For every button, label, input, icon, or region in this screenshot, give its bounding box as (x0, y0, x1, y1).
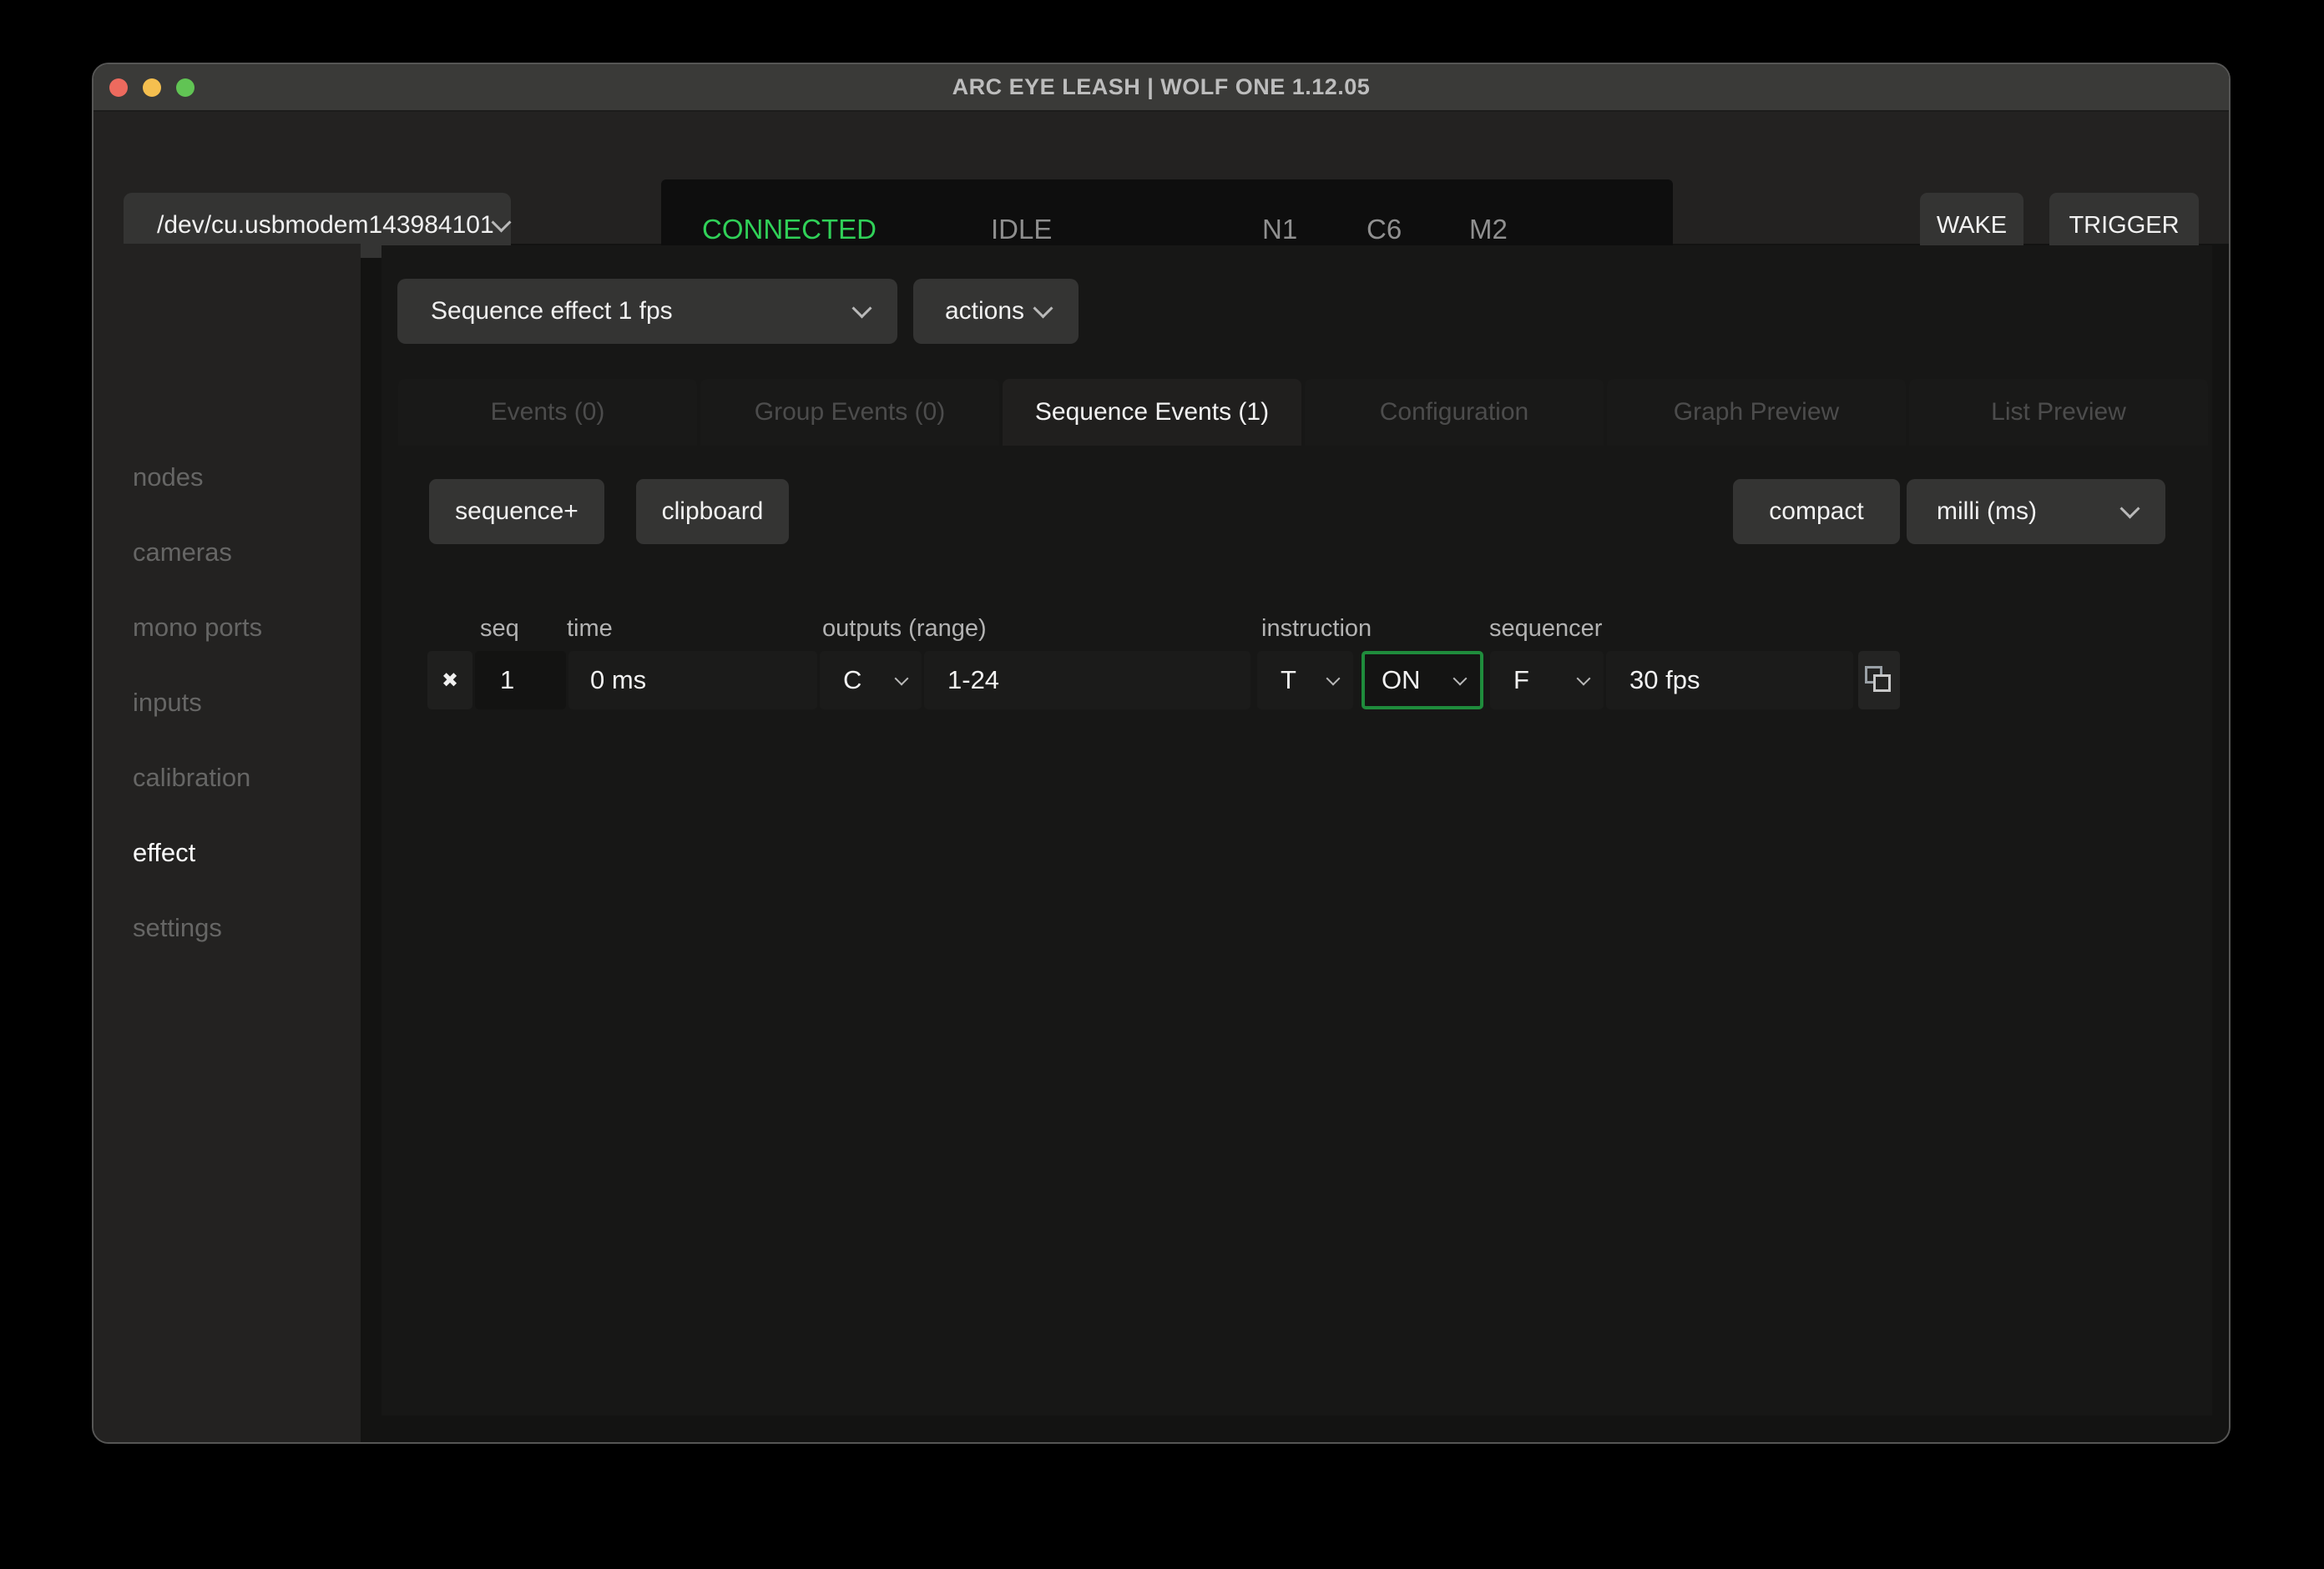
tab-group-events[interactable]: Group Events (0) (700, 379, 999, 446)
chevron-down-icon (1453, 671, 1468, 685)
row-sequencer-rate-input[interactable]: 30 fps (1606, 651, 1853, 709)
row-seq-number: 1 (475, 651, 566, 709)
actions-select-value: actions (913, 297, 1036, 325)
sidebar-item-calibration[interactable]: calibration (93, 740, 361, 815)
header-seq: seq (480, 615, 519, 643)
chevron-down-icon (895, 671, 909, 685)
duplicate-icon (1865, 666, 1893, 694)
row-delete-button[interactable]: ✖ (427, 651, 472, 709)
tab-list-preview[interactable]: List Preview (1909, 379, 2208, 446)
sidebar-item-settings[interactable]: settings (93, 890, 361, 966)
effect-tabs: Events (0) Group Events (0) Sequence Eve… (398, 379, 2211, 446)
tab-graph-preview[interactable]: Graph Preview (1607, 379, 1906, 446)
row-instruction-type-select[interactable]: T (1257, 651, 1353, 709)
header-time: time (567, 615, 613, 643)
chevron-down-icon (491, 212, 511, 232)
compact-button[interactable]: compact (1733, 479, 1900, 544)
actions-select[interactable]: actions (913, 279, 1079, 344)
app-window: ARC EYE LEASH | WOLF ONE 1.12.05 /dev/cu… (92, 63, 2231, 1444)
header-outputs: outputs (range) (822, 615, 987, 643)
header-sequencer: sequencer (1489, 615, 1602, 643)
row-instruction-state-select[interactable]: ON (1362, 651, 1483, 709)
tab-sequence-events[interactable]: Sequence Events (1) (1003, 379, 1301, 446)
serial-port-value: /dev/cu.usbmodem143984101 (124, 211, 494, 240)
effect-select[interactable]: Sequence effect 1 fps (397, 279, 897, 344)
row-duplicate-button[interactable] (1858, 651, 1900, 709)
time-unit-value: milli (ms) (1907, 497, 2123, 526)
top-toolbar: /dev/cu.usbmodem143984101 CONNECTED IDLE… (93, 112, 2229, 244)
tab-configuration[interactable]: Configuration (1305, 379, 1604, 446)
chevron-down-icon (1326, 671, 1341, 685)
sidebar-item-effect[interactable]: effect (93, 815, 361, 890)
sidebar-item-mono-ports[interactable]: mono ports (93, 590, 361, 665)
row-time-input[interactable]: 0 ms (568, 651, 817, 709)
tab-events[interactable]: Events (0) (398, 379, 697, 446)
header-instruction: instruction (1261, 615, 1372, 643)
sidebar-item-nodes[interactable]: nodes (93, 440, 361, 515)
title-bar: ARC EYE LEASH | WOLF ONE 1.12.05 (93, 64, 2229, 112)
chevron-down-icon (1577, 671, 1591, 685)
sidebar-item-cameras[interactable]: cameras (93, 515, 361, 590)
time-unit-select[interactable]: milli (ms) (1907, 479, 2165, 544)
chevron-down-icon (2119, 498, 2140, 518)
close-button[interactable] (109, 78, 128, 97)
row-sequencer-type-select[interactable]: F (1490, 651, 1604, 709)
window-title: ARC EYE LEASH | WOLF ONE 1.12.05 (93, 64, 2229, 110)
chevron-down-icon (851, 298, 872, 318)
sidebar-item-inputs[interactable]: inputs (93, 665, 361, 740)
clipboard-button[interactable]: clipboard (636, 479, 789, 544)
row-output-range-input[interactable]: 1-24 (924, 651, 1250, 709)
sequence-add-button[interactable]: sequence+ (429, 479, 604, 544)
chevron-down-icon (1033, 298, 1053, 318)
effect-select-value: Sequence effect 1 fps (397, 297, 855, 325)
sidebar: nodes cameras mono ports inputs calibrat… (93, 244, 361, 1444)
zoom-button[interactable] (176, 78, 195, 97)
minimize-button[interactable] (143, 78, 161, 97)
row-output-group-select[interactable]: C (820, 651, 922, 709)
